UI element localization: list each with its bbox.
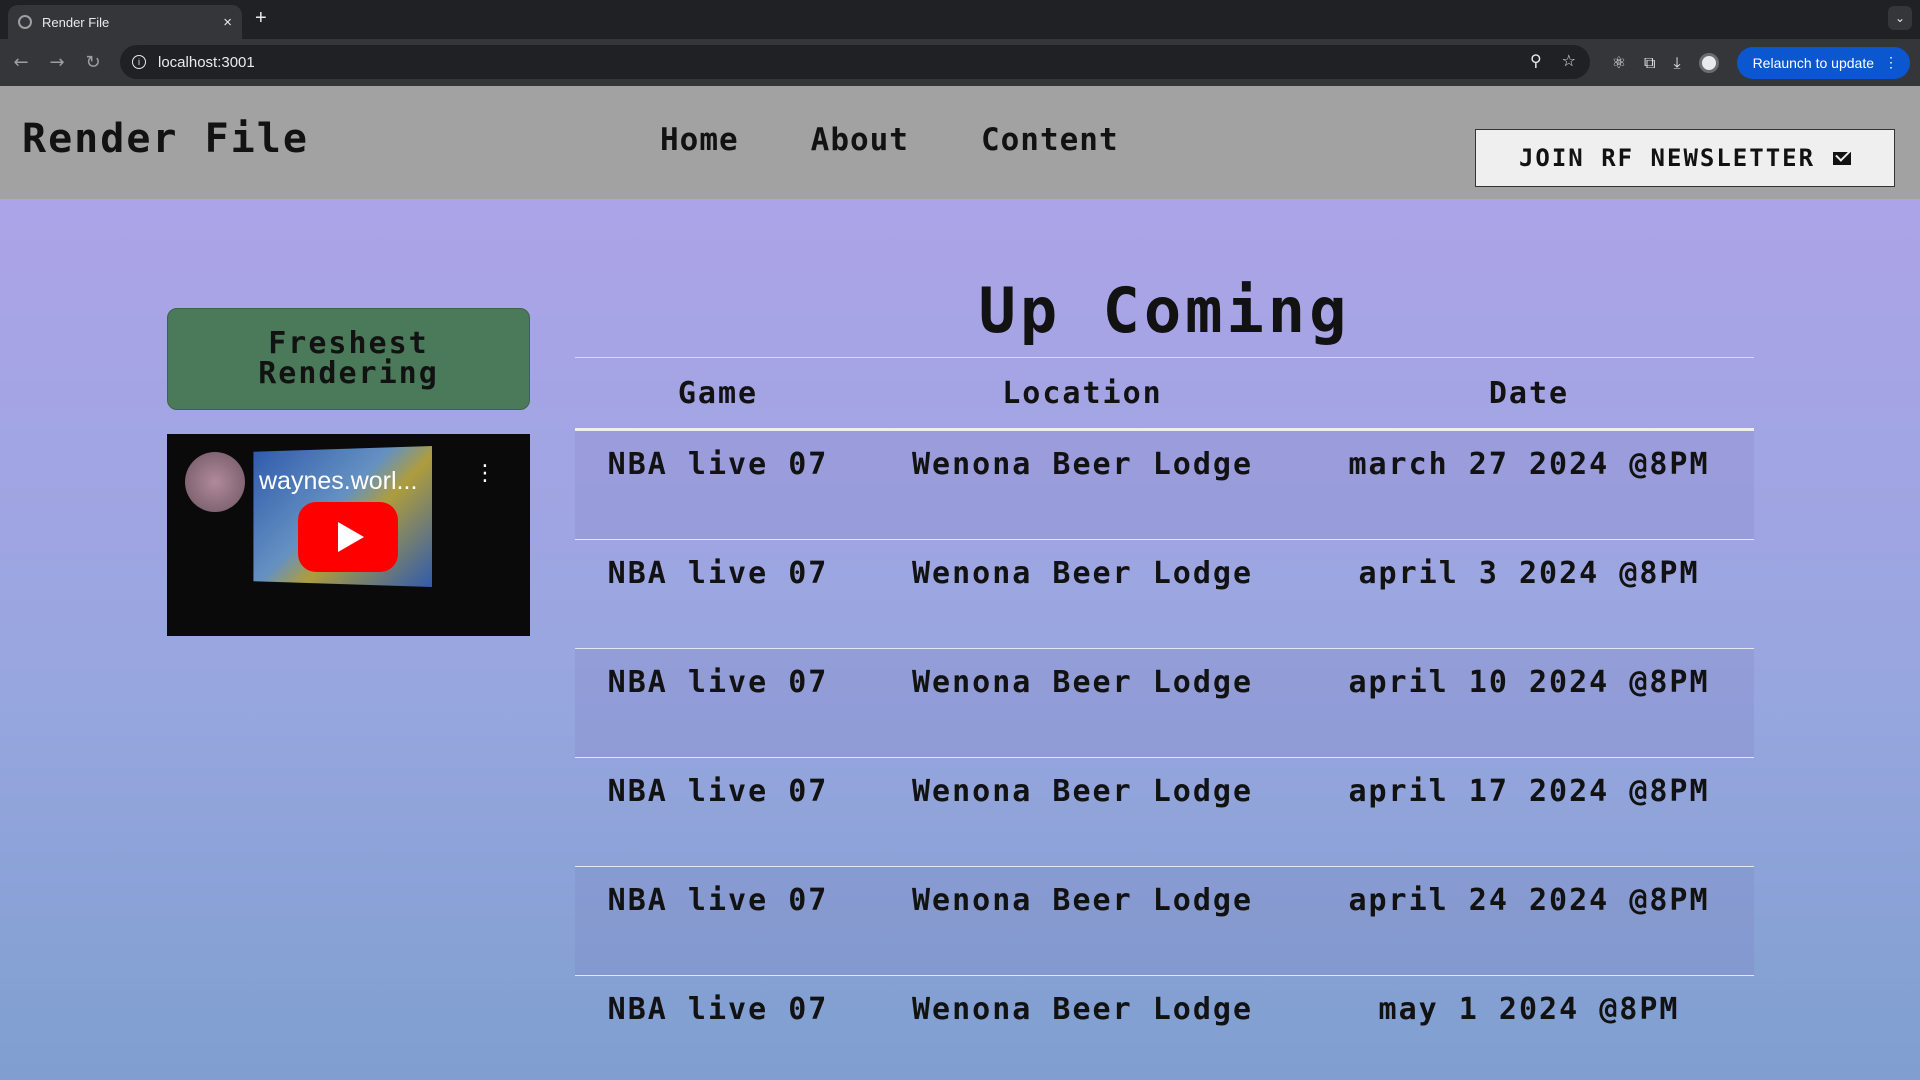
play-icon <box>338 522 364 552</box>
table-row: NBA live 07 Wenona Beer Lodge april 3 20… <box>575 540 1754 649</box>
freshest-label: Freshest Rendering <box>258 326 439 391</box>
zoom-icon[interactable]: ⚲ <box>1530 51 1542 70</box>
cell-location: Wenona Beer Lodge <box>911 447 1254 482</box>
new-tab-button[interactable]: + <box>255 7 267 30</box>
tab-close-icon[interactable]: × <box>223 14 232 31</box>
site-header: Render File Home About Content JOIN RF N… <box>0 86 1920 199</box>
cell-date: april 10 2024 @8PM <box>1348 665 1710 700</box>
table-row: NBA live 07 Wenona Beer Lodge april 24 2… <box>575 867 1754 976</box>
profile-avatar[interactable] <box>1698 52 1719 73</box>
table-row: NBA live 07 Wenona Beer Lodge may 1 2024… <box>575 976 1754 1080</box>
newsletter-label: JOIN RF NEWSLETTER <box>1518 144 1816 172</box>
url-text[interactable]: localhost:3001 <box>158 54 255 71</box>
cell-game: NBA live 07 <box>607 992 829 1027</box>
browser-tab-strip: Render File × + ⌄ <box>0 0 1920 39</box>
cell-location: Wenona Beer Lodge <box>911 992 1254 1027</box>
cell-date: march 27 2024 @8PM <box>1348 447 1710 482</box>
tab-search-button[interactable]: ⌄ <box>1888 6 1912 30</box>
cell-game: NBA live 07 <box>607 556 829 591</box>
relaunch-label: Relaunch to update <box>1752 54 1874 71</box>
browser-toolbar: ← → ↻ i localhost:3001 ⚲ ☆ ⚛ ⧉ ⤓ Relaunc… <box>0 39 1920 86</box>
tab-title: Render File <box>42 14 110 30</box>
reload-icon[interactable]: ↻ <box>78 48 108 78</box>
nav-about-link[interactable]: About <box>811 122 909 158</box>
download-icon[interactable]: ⤓ <box>1673 53 1680 73</box>
more-menu-icon[interactable]: ⋮ <box>1884 54 1898 71</box>
table-header: Game Location Date <box>575 358 1754 431</box>
header-game: Game <box>677 375 759 411</box>
header-location: Location <box>1002 375 1163 411</box>
nav-content-link[interactable]: Content <box>981 122 1119 158</box>
cell-date: may 1 2024 @8PM <box>1378 992 1680 1027</box>
youtube-embed[interactable]: waynes.worl... ⋮ <box>167 434 530 636</box>
back-icon[interactable]: ← <box>6 48 36 78</box>
header-date: Date <box>1488 375 1570 411</box>
newsletter-button[interactable]: JOIN RF NEWSLETTER <box>1475 129 1895 187</box>
page-content: Render File Home About Content JOIN RF N… <box>0 86 1920 1080</box>
cell-location: Wenona Beer Lodge <box>911 774 1254 809</box>
forward-icon[interactable]: → <box>42 48 72 78</box>
envelope-icon <box>1833 151 1852 165</box>
cell-date: april 17 2024 @8PM <box>1348 774 1710 809</box>
address-bar[interactable]: i localhost:3001 ⚲ ☆ <box>120 45 1590 79</box>
cell-game: NBA live 07 <box>607 883 829 918</box>
site-brand[interactable]: Render File <box>22 116 309 162</box>
browser-tab[interactable]: Render File × <box>8 5 242 39</box>
extensions-icon[interactable]: ⧉ <box>1644 53 1655 73</box>
play-button[interactable] <box>298 502 398 572</box>
cell-game: NBA live 07 <box>607 447 829 482</box>
cell-date: april 3 2024 @8PM <box>1358 556 1700 591</box>
nav-home-link[interactable]: Home <box>660 122 739 158</box>
table-row: NBA live 07 Wenona Beer Lodge april 10 2… <box>575 649 1754 758</box>
schedule-table: Game Location Date NBA live 07 Wenona Be… <box>575 357 1754 1080</box>
relaunch-button[interactable]: Relaunch to update ⋮ <box>1736 46 1910 79</box>
table-row: NBA live 07 Wenona Beer Lodge april 17 2… <box>575 758 1754 867</box>
video-menu-icon[interactable]: ⋮ <box>474 463 496 485</box>
cell-game: NBA live 07 <box>607 774 829 809</box>
channel-avatar[interactable] <box>185 452 245 512</box>
cell-game: NBA live 07 <box>607 665 829 700</box>
video-title[interactable]: waynes.worl... <box>259 467 417 496</box>
react-devtools-icon[interactable]: ⚛ <box>1612 53 1626 72</box>
cell-date: april 24 2024 @8PM <box>1348 883 1710 918</box>
site-info-icon[interactable]: i <box>132 55 146 69</box>
cell-location: Wenona Beer Lodge <box>911 556 1254 591</box>
bookmark-star-icon[interactable]: ☆ <box>1562 51 1576 70</box>
table-row: NBA live 07 Wenona Beer Lodge march 27 2… <box>575 431 1754 540</box>
main-nav: Home About Content <box>660 122 1119 158</box>
page-title: Up Coming <box>978 274 1351 347</box>
freshest-rendering-button[interactable]: Freshest Rendering <box>167 308 530 410</box>
globe-icon <box>18 15 32 29</box>
cell-location: Wenona Beer Lodge <box>911 665 1254 700</box>
cell-location: Wenona Beer Lodge <box>911 883 1254 918</box>
